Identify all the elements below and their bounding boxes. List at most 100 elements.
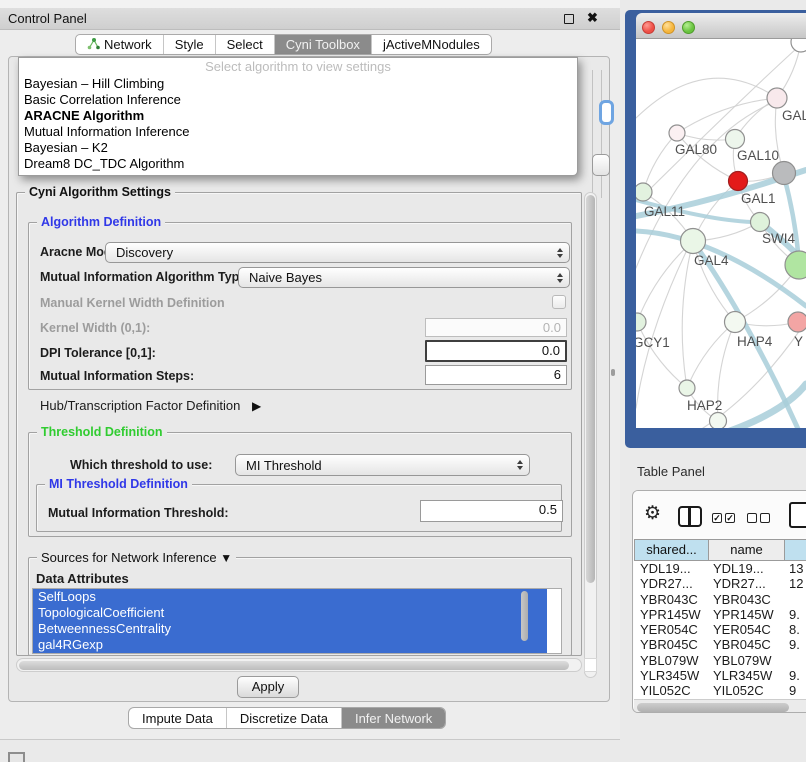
selected-value: MI Threshold	[236, 458, 515, 473]
sources-toggle[interactable]: Sources for Network Inference ▼	[37, 550, 236, 565]
column-header-name[interactable]: name	[709, 539, 785, 561]
attribute-list-item[interactable]: SelfLoops	[33, 589, 547, 605]
table-row[interactable]: YPR145WYPR145W9.	[634, 607, 806, 622]
settings-horizontal-scrollbar-thumb[interactable]	[19, 661, 569, 670]
tab-jactivemnodules[interactable]: jActiveMNodules	[371, 35, 491, 54]
settings-vertical-scrollbar-thumb[interactable]	[586, 195, 595, 583]
table-row[interactable]: YDR27...YDR27...12	[634, 576, 806, 591]
network-edge	[637, 241, 693, 322]
algorithm-option[interactable]: Bayesian – K2	[19, 140, 577, 156]
column-header-partial[interactable]: A	[785, 539, 806, 561]
network-window-titlebar[interactable]	[636, 13, 806, 39]
network-node[interactable]	[788, 312, 806, 332]
network-node[interactable]	[785, 251, 806, 279]
select-all-checkbox-icon[interactable]: ✓	[712, 513, 722, 523]
node-label: GAL80	[675, 142, 717, 157]
tab-impute-data[interactable]: Impute Data	[129, 708, 226, 728]
network-node[interactable]	[726, 130, 745, 149]
column-header-shared[interactable]: shared...	[634, 539, 709, 561]
network-node[interactable]	[669, 125, 685, 141]
table-row[interactable]: YER054CYER054C8.	[634, 622, 806, 637]
columns-icon[interactable]	[678, 506, 702, 527]
attribute-list-item[interactable]: TopologicalCoefficient	[33, 605, 547, 621]
spinner-arrows-icon	[515, 460, 529, 470]
attribute-list-item[interactable]: gal4RGexp	[33, 637, 547, 653]
network-node[interactable]	[636, 313, 646, 331]
network-node[interactable]	[679, 380, 695, 396]
tab-style[interactable]: Style	[163, 35, 215, 54]
attr-list-scrollbar[interactable]	[521, 591, 528, 641]
algorithm-option[interactable]: ARACNE Algorithm	[19, 108, 577, 124]
network-node[interactable]	[767, 88, 787, 108]
table-row[interactable]: YBL079WYBL079W	[634, 653, 806, 668]
table-cell: YBR045C	[709, 637, 785, 652]
node-label: GAL1	[741, 191, 776, 206]
algorithm-option[interactable]: Dream8 DC_TDC Algorithm	[19, 156, 577, 172]
table-horizontal-scrollbar-thumb[interactable]	[637, 703, 789, 712]
network-node[interactable]	[725, 312, 746, 333]
network-edge	[687, 322, 735, 388]
network-node[interactable]	[681, 229, 706, 254]
mi-steps-field[interactable]: 6	[425, 365, 567, 385]
algorithm-option[interactable]: Bayesian – Hill Climbing	[19, 76, 577, 92]
table-row[interactable]: YIL052CYIL052C9	[634, 683, 806, 698]
network-edge	[682, 241, 693, 388]
tab-select[interactable]: Select	[215, 35, 274, 54]
algorithm-option[interactable]: Basic Correlation Inference	[19, 92, 577, 108]
table-cell: YBR043C	[634, 592, 709, 607]
document-icon[interactable]	[789, 502, 806, 528]
tab-discretize-data[interactable]: Discretize Data	[226, 708, 341, 728]
control-panel-titlebar[interactable]: Control Panel ✖	[0, 8, 620, 30]
tab-network[interactable]: Network	[76, 35, 163, 54]
table-cell: YBL079W	[709, 653, 785, 668]
hub-definition-label: Hub/Transcription Factor Definition	[40, 398, 240, 413]
network-canvas[interactable]: GALGAL80GAL10GAL1GAL11SWI4GAL4GCY1HAP4YH…	[636, 39, 806, 428]
table-row[interactable]: YBR045CYBR045C9.	[634, 637, 806, 652]
network-node[interactable]	[751, 213, 770, 232]
panel-splitter-handle[interactable]	[611, 369, 615, 376]
background-fragment	[601, 70, 602, 198]
tab-cyni-toolbox[interactable]: Cyni Toolbox	[274, 35, 371, 54]
network-node[interactable]	[791, 39, 806, 52]
float-icon[interactable]	[564, 14, 574, 24]
network-edge	[677, 98, 777, 133]
zoom-traffic-light-icon[interactable]	[682, 21, 695, 34]
kernel-width-field[interactable]: 0.0	[425, 318, 567, 337]
mi-threshold-field[interactable]: 0.5	[420, 500, 563, 522]
algorithm-option[interactable]: Mutual Information Inference	[19, 124, 577, 140]
mi-algorithm-type-label: Mutual Information Algorithm Type:	[40, 270, 250, 284]
mi-algorithm-type-select[interactable]: Naive Bayes	[238, 267, 570, 288]
table-row[interactable]: YDL19...YDL19...13	[634, 561, 806, 576]
deselect-all-checkbox-icon[interactable]	[760, 513, 770, 523]
which-threshold-label: Which threshold to use:	[70, 458, 212, 472]
network-node[interactable]	[710, 413, 727, 429]
network-node[interactable]	[729, 172, 748, 191]
table-cell: YDR27...	[634, 576, 709, 591]
table-cell	[785, 653, 806, 668]
manual-kernel-checkbox[interactable]	[552, 295, 566, 309]
data-attributes-list[interactable]: SelfLoopsTopologicalCoefficientBetweenne…	[32, 588, 562, 654]
minimize-traffic-light-icon[interactable]	[662, 21, 675, 34]
table-horizontal-scrollbar[interactable]	[634, 699, 806, 713]
aracne-mode-select[interactable]: Discovery	[105, 242, 570, 263]
close-traffic-light-icon[interactable]	[642, 21, 655, 34]
table-row[interactable]: YLR345WYLR345W9.	[634, 668, 806, 683]
network-icon	[87, 37, 100, 53]
which-threshold-select[interactable]: MI Threshold	[235, 454, 530, 476]
close-icon[interactable]: ✖	[587, 10, 598, 26]
tab-infer-network[interactable]: Infer Network	[341, 708, 445, 728]
attribute-list-item[interactable]: BetweennessCentrality	[33, 621, 547, 637]
network-node[interactable]	[773, 162, 796, 185]
select-all-checkbox-icon[interactable]: ✓	[725, 513, 735, 523]
apply-button[interactable]: Apply	[237, 676, 299, 698]
tab-label: Impute Data	[142, 711, 213, 726]
hub-definition-toggle[interactable]: Hub/Transcription Factor Definition ▶	[40, 398, 261, 413]
deselect-all-checkbox-icon[interactable]	[747, 513, 757, 523]
node-label: HAP2	[687, 398, 722, 413]
scrollbar-corner	[584, 658, 597, 672]
dpi-tolerance-field[interactable]: 0.0	[425, 340, 567, 362]
gear-icon[interactable]: ⚙	[644, 502, 661, 525]
table-row[interactable]: YBR043CYBR043C	[634, 592, 806, 607]
network-node[interactable]	[636, 183, 652, 201]
sources-title: Sources for Network Inference	[41, 550, 217, 565]
